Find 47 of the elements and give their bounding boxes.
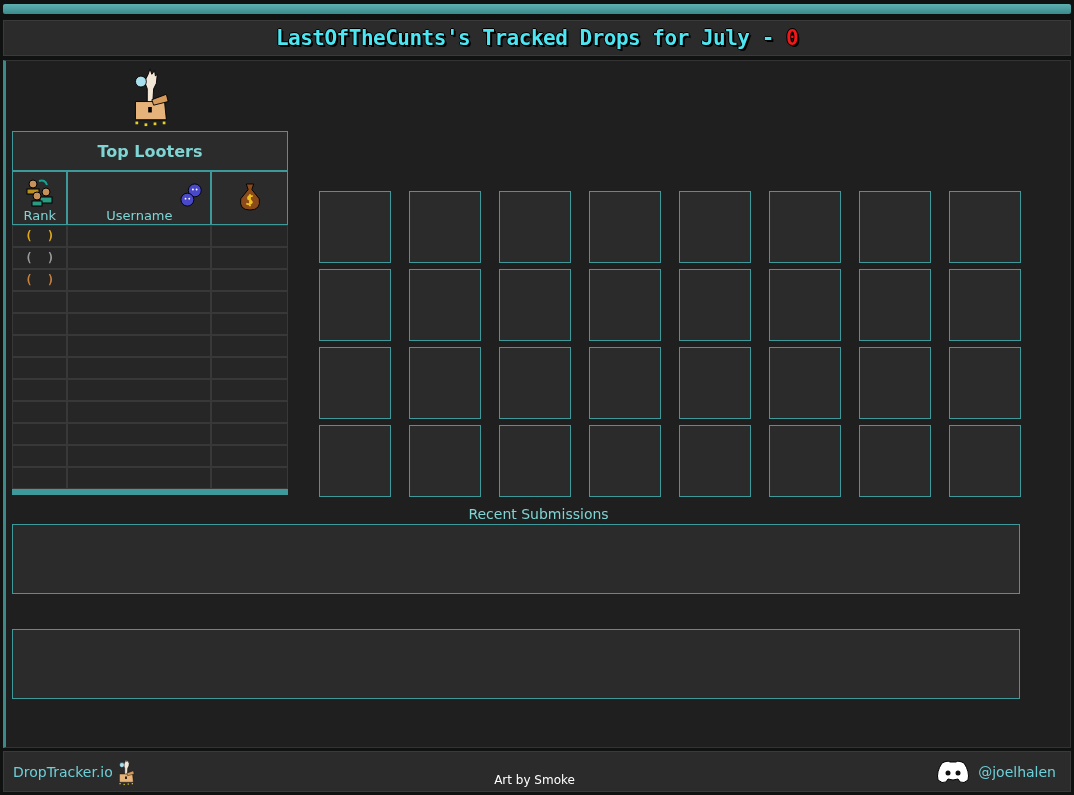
discord-icon[interactable] xyxy=(936,759,971,784)
drop-slot xyxy=(499,269,571,341)
smiley-faces-icon xyxy=(180,182,205,208)
site-link[interactable]: DropTracker.io xyxy=(13,763,113,780)
drop-slot xyxy=(499,425,571,497)
drop-slot xyxy=(859,425,931,497)
user-handle[interactable]: @joelhalen xyxy=(978,763,1056,780)
art-credit: Art by Smoke xyxy=(494,773,575,787)
drop-slot xyxy=(769,269,841,341)
drop-slot xyxy=(409,425,481,497)
drop-slot xyxy=(679,425,751,497)
drop-slot xyxy=(949,347,1021,419)
drop-slot xyxy=(949,191,1021,263)
rank-brackets: ( ) xyxy=(25,251,55,265)
drop-slot xyxy=(589,191,661,263)
drop-slot xyxy=(679,347,751,419)
drop-slot xyxy=(769,191,841,263)
drop-slot xyxy=(679,269,751,341)
drop-slot xyxy=(769,425,841,497)
drop-slot xyxy=(409,269,481,341)
table-title: Top Looters xyxy=(12,131,288,171)
drop-slot xyxy=(319,425,391,497)
drop-slot xyxy=(589,425,661,497)
drop-slot xyxy=(589,347,661,419)
drop-slot xyxy=(409,347,481,419)
drop-slot xyxy=(319,191,391,263)
people-swap-icon xyxy=(24,177,55,207)
drop-slot xyxy=(859,269,931,341)
drop-slot xyxy=(859,191,931,263)
rank-brackets: ( ) xyxy=(25,273,55,287)
drop-slot xyxy=(769,347,841,419)
drop-slot xyxy=(949,425,1021,497)
column-header: Rank xyxy=(23,208,56,223)
page-title: LastOfTheCunts's Tracked Drops for July - 0 xyxy=(275,26,799,50)
drop-slot xyxy=(499,347,571,419)
drop-slot xyxy=(319,269,391,341)
chest-icon xyxy=(116,757,135,786)
drop-slot xyxy=(949,269,1021,341)
drop-slot xyxy=(859,347,931,419)
drop-slot xyxy=(679,191,751,263)
drop-slot xyxy=(499,191,571,263)
section-title: Recent Submissions xyxy=(468,506,609,522)
drop-slot xyxy=(589,269,661,341)
rank-brackets: ( ) xyxy=(25,229,55,243)
drop-slot xyxy=(409,191,481,263)
drop-slot xyxy=(319,347,391,419)
column-header: Username xyxy=(106,208,173,223)
